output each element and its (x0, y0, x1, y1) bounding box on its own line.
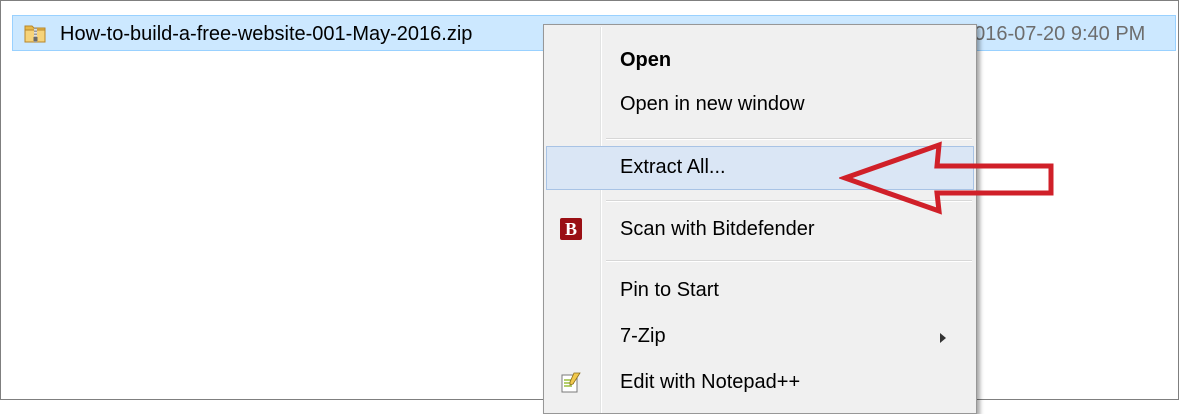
menu-item-label: Extract All... (620, 156, 726, 178)
red-arrow-icon (839, 141, 1054, 215)
menu-item-label: 7-Zip (620, 325, 666, 347)
file-name[interactable]: How-to-build-a-free-website-001-May-2016… (60, 23, 472, 46)
menu-separator (606, 260, 972, 262)
file-date-modified: 2016-07-20 9:40 PM (963, 23, 1146, 45)
submenu-arrow-icon (940, 333, 946, 343)
notepad-plus-plus-icon (561, 372, 581, 393)
bitdefender-icon: B (560, 218, 582, 240)
menu-item-label: Scan with Bitdefender (620, 218, 815, 240)
menu-item-label: Edit with Notepad++ (620, 371, 801, 393)
explorer-file-list: How-to-build-a-free-website-001-May-2016… (0, 0, 1179, 414)
menu-item-label: Pin to Start (620, 279, 719, 301)
zip-folder-icon (24, 25, 46, 43)
menu-item-7zip[interactable]: 7-Zip (546, 315, 974, 359)
menu-item-open[interactable]: Open (546, 39, 974, 83)
menu-item-label: Open in new window (620, 93, 805, 115)
menu-item-label: Open (620, 49, 672, 71)
menu-item-edit-notepadpp[interactable]: Edit with Notepad++ (546, 361, 974, 405)
context-menu: Open Open in new window Extract All... B… (543, 24, 977, 414)
menu-item-pin-to-start[interactable]: Pin to Start (546, 269, 974, 313)
menu-item-open-new-window[interactable]: Open in new window (546, 83, 974, 127)
